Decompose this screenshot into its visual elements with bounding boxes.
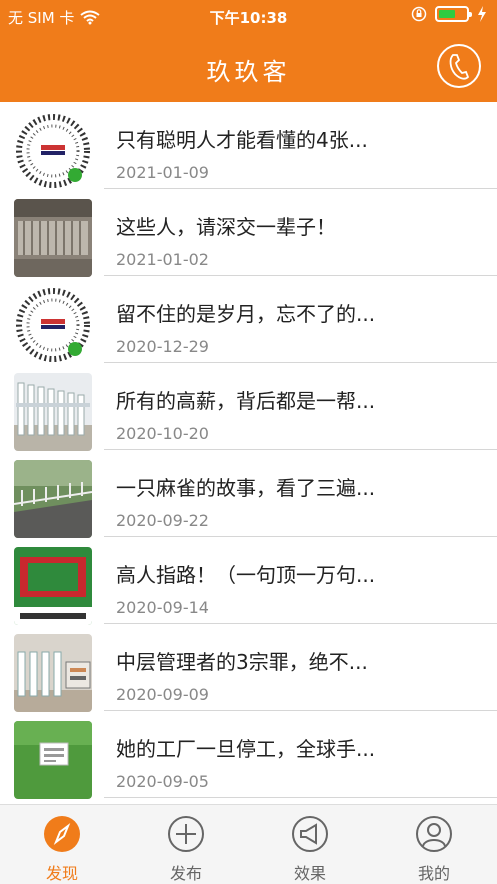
article-thumbnail	[14, 721, 92, 799]
tab-label: 效果	[293, 864, 326, 883]
article-title: 留不住的是岁月，忘不了的...	[116, 302, 376, 326]
page-title: 玖玖客	[206, 58, 291, 86]
article-thumbnail	[14, 547, 92, 625]
tab-label: 发现	[45, 864, 78, 883]
user-icon	[416, 816, 452, 852]
article-title: 只有聪明人才能看懂的4张...	[116, 128, 368, 152]
article-date: 2020-09-09	[116, 685, 209, 704]
tab-bar: 发现 发布 效果 我的	[0, 804, 497, 884]
tab-label: 发布	[169, 864, 202, 883]
megaphone-icon	[292, 816, 328, 852]
article-thumbnail	[14, 460, 92, 538]
article-thumbnail	[14, 112, 92, 190]
tab-publish[interactable]: 发布	[124, 805, 248, 884]
article-thumbnail	[14, 634, 92, 712]
tab-effect[interactable]: 效果	[248, 805, 372, 884]
tab-label: 我的	[417, 864, 450, 883]
list-item[interactable]: 所有的高薪，背后都是一帮... 2020-10-20	[0, 363, 497, 451]
article-date: 2020-12-29	[116, 337, 209, 356]
list-item[interactable]: 这些人，请深交一辈子！ 2021-01-02	[0, 189, 497, 277]
phone-button[interactable]	[437, 44, 481, 88]
compass-icon	[44, 816, 80, 852]
nav-bar: 玖玖客	[0, 34, 497, 102]
status-bar: 无 SIM 卡 下午10:38	[0, 0, 497, 34]
list-item[interactable]: 留不住的是岁月，忘不了的... 2020-12-29	[0, 276, 497, 364]
article-title: 高人指路！（一句顶一万句...	[116, 563, 376, 587]
article-title: 所有的高薪，背后都是一帮...	[116, 389, 376, 413]
article-date: 2020-09-05	[116, 772, 209, 791]
list-item[interactable]: 高人指路！（一句顶一万句... 2020-09-14	[0, 537, 497, 625]
article-date: 2020-09-14	[116, 598, 209, 617]
plus-circle-icon	[168, 816, 204, 852]
charging-icon	[478, 6, 486, 22]
list-item[interactable]: 一只麻雀的故事，看了三遍... 2020-09-22	[0, 450, 497, 538]
article-date: 2020-10-20	[116, 424, 209, 443]
article-date: 2021-01-02	[116, 250, 209, 269]
article-thumbnail	[14, 373, 92, 451]
article-title: 她的工厂一旦停工，全球手...	[116, 737, 376, 761]
battery-icon	[435, 6, 472, 22]
orientation-lock-icon	[411, 6, 427, 22]
article-list[interactable]: 只有聪明人才能看懂的4张... 2021-01-09 这些人，请深交一辈子！ 2…	[0, 102, 497, 804]
list-item[interactable]: 只有聪明人才能看懂的4张... 2021-01-09	[0, 102, 497, 190]
article-title: 一只麻雀的故事，看了三遍...	[116, 476, 376, 500]
tab-mine[interactable]: 我的	[372, 805, 496, 884]
article-thumbnail	[14, 286, 92, 364]
article-title: 中层管理者的3宗罪，绝不...	[116, 650, 368, 674]
tab-discover[interactable]: 发现	[0, 805, 124, 884]
article-title: 这些人，请深交一辈子！	[116, 215, 336, 239]
article-thumbnail	[14, 199, 92, 277]
list-item[interactable]: 她的工厂一旦停工，全球手... 2020-09-05	[0, 711, 497, 799]
article-date: 2021-01-09	[116, 163, 209, 182]
list-item[interactable]: 中层管理者的3宗罪，绝不... 2020-09-09	[0, 624, 497, 712]
phone-icon	[449, 54, 470, 80]
article-date: 2020-09-22	[116, 511, 209, 530]
